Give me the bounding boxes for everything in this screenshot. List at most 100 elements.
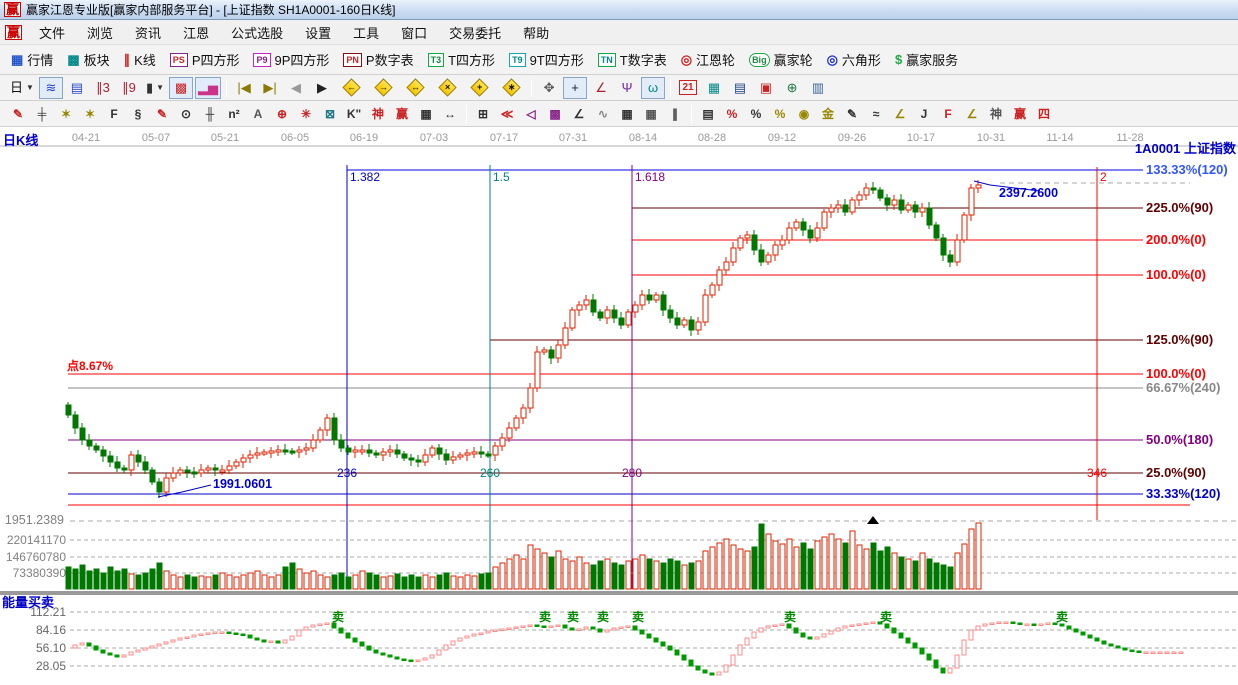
structure-tool-button[interactable]: Ψ (615, 77, 639, 99)
toolbar-item-winner-wheel[interactable]: Big赢家轮 (742, 48, 820, 71)
toolbar-item-t-number-table[interactable]: TNT数字表 (591, 48, 674, 71)
red-brush-tool[interactable]: ✎ (151, 103, 173, 125)
crosshair-button[interactable]: + (563, 77, 587, 99)
wave-tool[interactable]: ∿ (592, 103, 614, 125)
f-ruler-tool[interactable]: F (103, 103, 125, 125)
toolbar-item-p-number-table[interactable]: PNP数字表 (336, 48, 420, 71)
menu-item-tools[interactable]: 工具 (342, 21, 390, 44)
diamond-hspan-button[interactable]: ↔ (400, 77, 430, 99)
toolbar-item-t-square[interactable]: T3T四方形 (421, 48, 502, 71)
gold-crown-tool-2[interactable]: ✶ (79, 103, 101, 125)
menu-item-browse[interactable]: 浏览 (76, 21, 124, 44)
grid-tool-2[interactable]: ▦ (640, 103, 662, 125)
pattern-select-button[interactable]: ▩ (169, 77, 193, 99)
bars-9-button[interactable]: ∥9 (117, 77, 141, 99)
candle-style-dropdown[interactable]: ▮▼ (143, 77, 167, 99)
n-square-tool[interactable]: n² (223, 103, 245, 125)
diamond-star-button[interactable]: ∗ (496, 77, 526, 99)
nav-next-button[interactable]: ▶ (310, 77, 334, 99)
nav-prev-button[interactable]: ◀ (284, 77, 308, 99)
menu-item-settings[interactable]: 设置 (294, 21, 342, 44)
win-angle-tool[interactable]: 赢 (1009, 103, 1031, 125)
menu-item-formula-stock-pick[interactable]: 公式选股 (220, 21, 294, 44)
gold-crown-tool[interactable]: ✶ (55, 103, 77, 125)
menu-item-help[interactable]: 帮助 (512, 21, 560, 44)
nav-first-button[interactable]: |◀ (232, 77, 256, 99)
chart-canvas[interactable]: 04-2105-0705-2106-0506-1907-0307-1707-31… (0, 127, 1238, 685)
circle-cross-tool[interactable]: ⊕ (271, 103, 293, 125)
toolbar-item-kline[interactable]: ∥K线 (117, 48, 163, 71)
angle-a-tool[interactable]: A (247, 103, 269, 125)
k-marks-tool[interactable]: K" (343, 103, 365, 125)
brush-tool[interactable]: ✎ (7, 103, 29, 125)
j-angle-tool-icon: J (921, 105, 928, 123)
angle-measure-button[interactable]: ∠ (589, 77, 613, 99)
diamond-right-button[interactable]: → (368, 77, 398, 99)
gold-angle-tool[interactable]: ∠ (889, 103, 911, 125)
starburst-tool[interactable]: ✳ (295, 103, 317, 125)
shen-angle-tool[interactable]: 神 (985, 103, 1007, 125)
tick-ruler-tool[interactable]: ╪ (31, 103, 53, 125)
toolbar-item-p-square[interactable]: PSP四方形 (163, 48, 247, 71)
gold-circle-tool[interactable]: ◉ (793, 103, 815, 125)
slash-lines-tool[interactable]: ∥ (664, 103, 686, 125)
toolbar-item-winner-service[interactable]: $赢家服务 (888, 48, 965, 71)
toolbar-item-9t-square[interactable]: T99T四方形 (502, 48, 591, 71)
save-button[interactable]: ▣ (754, 77, 778, 99)
angle-lines-tool[interactable]: ∠ (568, 103, 590, 125)
bars-3-button[interactable]: ∥3 (91, 77, 115, 99)
kline-period-dropdown[interactable]: 日▼ (7, 77, 37, 99)
toolbar-item-gann-wheel[interactable]: ◎江恩轮 (674, 48, 742, 71)
grid-123-tool[interactable]: ▦ (415, 103, 437, 125)
percent-line-tool[interactable]: % (769, 103, 791, 125)
gold-angle-tool-2[interactable]: ∠ (961, 103, 983, 125)
volume-profile-button[interactable]: ▂▅ (195, 77, 221, 99)
toolbar-item-9p-square[interactable]: P99P四方形 (246, 48, 336, 71)
gold-line-tool[interactable]: 金 (817, 103, 839, 125)
web-update-button[interactable]: ⊕ (780, 77, 804, 99)
diamond-cross-button[interactable]: × (432, 77, 462, 99)
percent-tool[interactable]: % (745, 103, 767, 125)
spiral-tool[interactable]: § (127, 103, 149, 125)
calendar-button[interactable]: 21 (676, 77, 700, 99)
grid-box-tool[interactable]: ▩ (544, 103, 566, 125)
menu-item-news[interactable]: 资讯 (124, 21, 172, 44)
menu-item-gann[interactable]: 江恩 (172, 21, 220, 44)
menu-item-window[interactable]: 窗口 (390, 21, 438, 44)
diamond-plus-button[interactable]: + (464, 77, 494, 99)
grid-tool[interactable]: ▦ (616, 103, 638, 125)
trend-overview-button[interactable]: ≋ (39, 77, 63, 99)
percent-red-tool[interactable]: % (721, 103, 743, 125)
nav-last-button[interactable]: ▶| (258, 77, 282, 99)
time-circle-tool[interactable]: ⊙ (175, 103, 197, 125)
pane-separator[interactable] (0, 591, 1238, 595)
frame-tool[interactable]: ⊞ (472, 103, 494, 125)
info-list-button[interactable]: ▤ (65, 77, 89, 99)
win-tool[interactable]: 赢 (391, 103, 413, 125)
pan-hand-button[interactable]: ✥ (537, 77, 561, 99)
tick-ruler-tool-2[interactable]: ╫ (199, 103, 221, 125)
menu-item-trade-order[interactable]: 交易委托 (438, 21, 512, 44)
diamond-left-button[interactable]: ← (336, 77, 366, 99)
fan-lines-tool[interactable]: ≪ (496, 103, 518, 125)
shen-tool[interactable]: 神 (367, 103, 389, 125)
toolbar-item-sectors[interactable]: ▩板块 (60, 48, 116, 71)
si-angle-tool[interactable]: 四 (1033, 103, 1055, 125)
calculator-button[interactable]: ▦ (702, 77, 726, 99)
toolbar-item-quotes[interactable]: ▦行情 (4, 48, 60, 71)
span-arrow-tool[interactable]: ↔ (439, 103, 461, 125)
grid-star-tool[interactable]: ⊠ (319, 103, 341, 125)
f-angle-tool[interactable]: F (937, 103, 959, 125)
wedge-tool[interactable]: ◁ (520, 103, 542, 125)
window-titlebar[interactable]: 赢 赢家江恩专业版[赢家内部服务平台] - [上证指数 SH1A0001-160… (0, 0, 1238, 20)
toolbar-item-hexagon[interactable]: ◎六角形 (820, 48, 888, 71)
brain-tool-button[interactable]: ω (641, 77, 665, 99)
menu-item-file[interactable]: 文件 (28, 21, 76, 44)
ink-tool[interactable]: ✎ (841, 103, 863, 125)
j-angle-tool[interactable]: J (913, 103, 935, 125)
indicator-bar (647, 634, 651, 638)
remote-button[interactable]: ▥ (806, 77, 830, 99)
report-button[interactable]: ▤ (728, 77, 752, 99)
percent-list-tool[interactable]: ▤ (697, 103, 719, 125)
wave-channel-tool[interactable]: ≈ (865, 103, 887, 125)
